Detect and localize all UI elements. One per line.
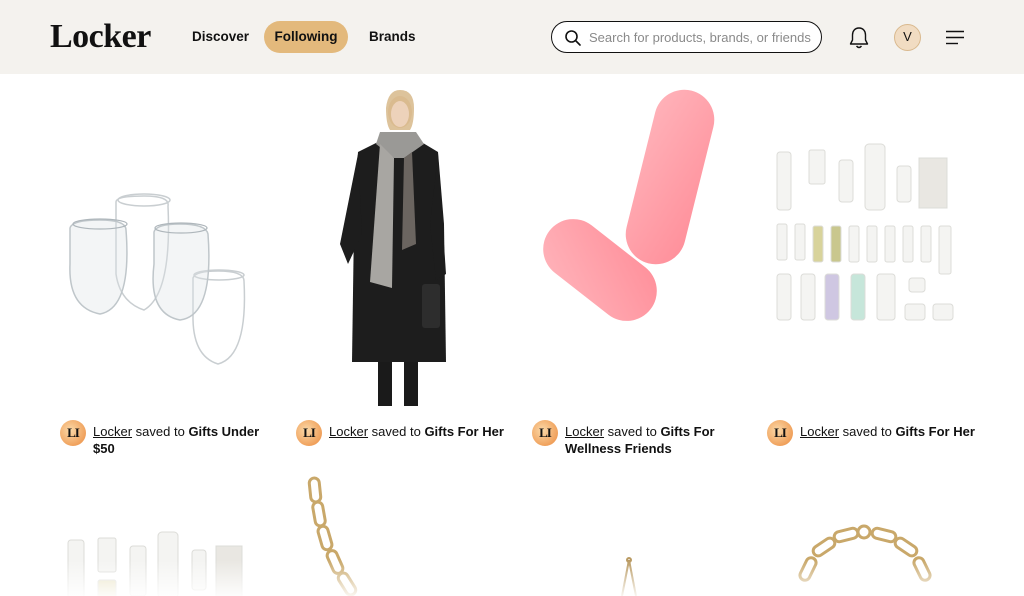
- product-image-rollers[interactable]: [532, 74, 767, 414]
- user-link[interactable]: Locker: [565, 424, 604, 439]
- search-icon: [565, 30, 581, 46]
- nav-following[interactable]: Following: [264, 21, 348, 53]
- locker-badge-icon[interactable]: LI: [532, 420, 558, 446]
- locker-badge-icon[interactable]: LI: [296, 420, 322, 446]
- product-image-coat[interactable]: [296, 74, 531, 414]
- user-avatar[interactable]: V: [894, 24, 921, 51]
- locker-logo[interactable]: Locker: [50, 18, 151, 56]
- locker-badge-icon[interactable]: LI: [767, 420, 793, 446]
- caption-text: Locker saved to Gifts Under $50: [93, 424, 260, 456]
- top-navbar: Locker Discover Following Brands V: [0, 0, 1024, 74]
- user-link[interactable]: Locker: [329, 424, 368, 439]
- caption-text: Locker saved to Gifts For Her: [800, 424, 975, 439]
- product-image-skincare[interactable]: [767, 74, 1002, 414]
- locker-badge-icon[interactable]: LI: [60, 420, 86, 446]
- caption-text: Locker saved to Gifts For Wellness Frien…: [565, 424, 715, 456]
- user-link[interactable]: Locker: [800, 424, 839, 439]
- menu-icon[interactable]: [945, 30, 965, 45]
- search-bar[interactable]: [551, 21, 822, 53]
- search-input[interactable]: [589, 28, 814, 46]
- board-link[interactable]: Gifts For Her: [895, 424, 974, 439]
- product-image-wine-glasses[interactable]: [60, 74, 295, 414]
- board-link[interactable]: Gifts For Her: [424, 424, 503, 439]
- nav-brands[interactable]: Brands: [369, 21, 416, 53]
- caption-text: Locker saved to Gifts For Her: [329, 424, 504, 439]
- user-link[interactable]: Locker: [93, 424, 132, 439]
- nav-discover[interactable]: Discover: [192, 21, 249, 53]
- bell-icon[interactable]: [848, 26, 870, 50]
- scroll-fade: [0, 560, 1024, 596]
